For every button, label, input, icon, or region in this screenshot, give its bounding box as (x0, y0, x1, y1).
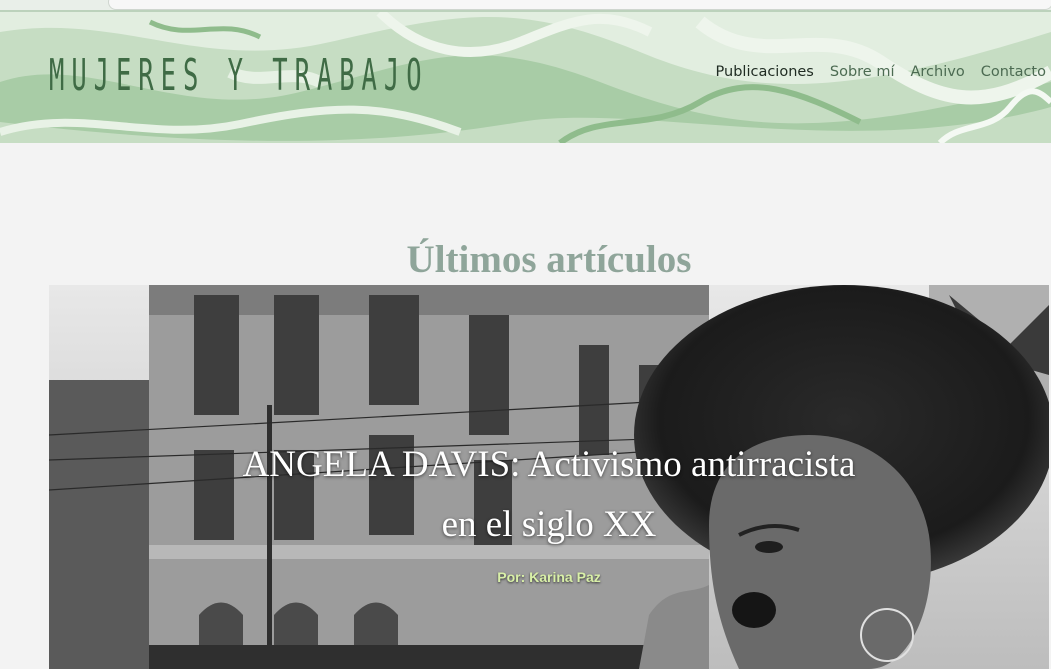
featured-title-line1: ANGELA DAVIS: Activismo antirracista (242, 444, 856, 485)
address-bar-edge (108, 0, 1051, 10)
nav-archivo[interactable]: Archivo (910, 64, 964, 80)
site-logo[interactable]: MUJERES Y TRABAJO (49, 50, 429, 101)
nav-sobre-mi[interactable]: Sobre mí (830, 64, 895, 80)
section-title: Últimos artículos (406, 238, 692, 282)
nav-publicaciones[interactable]: Publicaciones (716, 64, 814, 80)
featured-article-author: Por: Karina Paz (497, 569, 601, 585)
featured-article-title[interactable]: ANGELA DAVIS: Activismo antirracista en … (49, 435, 1049, 555)
browser-top-strip (0, 0, 1051, 12)
featured-article-card[interactable]: ANGELA DAVIS: Activismo antirracista en … (49, 285, 1049, 669)
main-nav: Publicaciones Sobre mí Archivo Contacto (716, 64, 1046, 80)
nav-contacto[interactable]: Contacto (981, 64, 1046, 80)
featured-title-line2: en el siglo XX (441, 504, 657, 545)
site-header: MUJERES Y TRABAJO Publicaciones Sobre mí… (0, 12, 1051, 143)
